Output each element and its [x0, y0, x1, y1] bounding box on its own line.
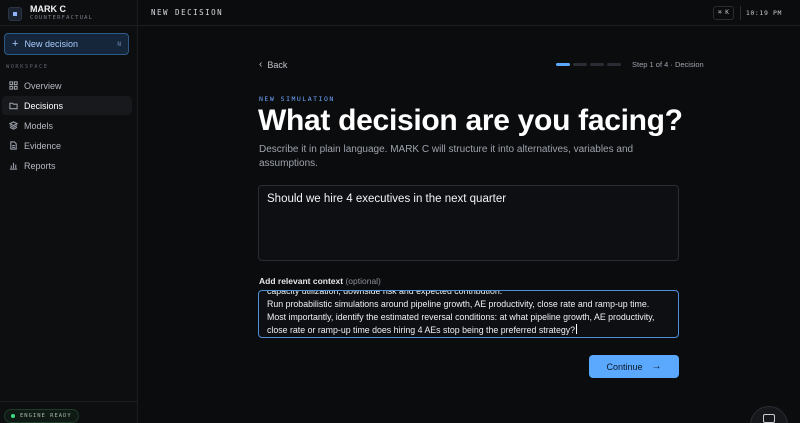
brand-name: MARK C	[30, 4, 66, 15]
brand-subtitle: COUNTERFACTUAL	[30, 15, 94, 22]
step-indicator	[573, 63, 587, 66]
step-progress: Step 1 of 4 · Decision	[556, 60, 704, 69]
workspace-label: WORKSPACE	[6, 64, 49, 70]
sidebar: MARK C COUNTERFACTUAL + New decision N W…	[0, 0, 138, 423]
arrow-right-icon: →	[651, 361, 662, 372]
text-caret	[576, 324, 578, 334]
shortcut-hint: N	[117, 40, 121, 48]
clock: 10:19 PM	[739, 5, 787, 20]
back-label: Back	[267, 59, 288, 70]
sidebar-item-label: Decisions	[24, 100, 64, 111]
layers-icon	[9, 121, 18, 130]
sidebar-item-models[interactable]: Models	[2, 116, 132, 135]
sidebar-item-label: Reports	[24, 160, 56, 171]
sidebar-item-reports[interactable]: Reports	[2, 156, 132, 175]
sidebar-item-label: Overview	[24, 80, 62, 91]
bar-chart-icon	[9, 162, 18, 170]
chevron-left-icon: ‹	[259, 59, 263, 70]
sidebar-item-label: Models	[24, 120, 54, 131]
brand[interactable]: MARK C COUNTERFACTUAL	[0, 0, 137, 26]
grid-icon	[9, 81, 18, 90]
context-line: Run probabilistic simulations around pip…	[267, 299, 650, 309]
context-line: close rate or ramp-up time does hiring 4…	[267, 325, 576, 335]
step-indicator	[590, 63, 604, 66]
new-decision-button[interactable]: + New decision N	[4, 33, 129, 55]
back-button[interactable]: ‹ Back	[259, 59, 287, 70]
context-label-text: Add relevant context	[259, 276, 344, 286]
chat-icon	[763, 414, 775, 423]
eyebrow-label: NEW SIMULATION	[259, 95, 335, 103]
context-label: Add relevant context (optional)	[259, 276, 381, 286]
context-line: capacity utilization, downside risk and …	[267, 290, 503, 296]
command-palette-button[interactable]: ⌘ K	[713, 5, 734, 20]
new-decision-label: New decision	[24, 39, 78, 49]
topbar: NEW DECISION ⌘ K 10:19 PM	[138, 0, 800, 26]
logo-icon	[8, 6, 22, 21]
status-dot-icon	[11, 414, 15, 418]
step-indicator	[556, 63, 570, 66]
plus-icon: +	[12, 37, 19, 50]
step-label: Step 1 of 4 · Decision	[632, 60, 704, 69]
sidebar-divider	[0, 401, 137, 402]
decision-input[interactable]: Should we hire 4 executives in the next …	[258, 185, 679, 261]
sidebar-nav: Overview Decisions Models Evidence Repor…	[2, 76, 132, 176]
context-textarea[interactable]: capacity utilization, downside risk and …	[258, 290, 679, 338]
step-indicator	[607, 63, 621, 66]
continue-button[interactable]: Continue →	[589, 355, 679, 378]
file-icon	[10, 141, 17, 150]
context-line-last: close rate or ramp-up time does hiring 4…	[267, 324, 670, 337]
app-window: MARK C COUNTERFACTUAL + New decision N W…	[0, 0, 800, 423]
continue-label: Continue	[606, 361, 643, 372]
sidebar-item-decisions[interactable]: Decisions	[2, 96, 132, 115]
assistant-button[interactable]	[750, 406, 788, 423]
sidebar-item-overview[interactable]: Overview	[2, 76, 132, 95]
folder-icon	[9, 102, 18, 110]
page-title: What decision are you facing?	[258, 104, 683, 137]
page-description: Describe it in plain language. MARK C wi…	[259, 144, 634, 169]
page-heading: NEW DECISION	[151, 8, 224, 17]
sidebar-item-evidence[interactable]: Evidence	[2, 136, 132, 155]
engine-status-label: ENGINE READY	[20, 413, 72, 419]
context-line: Most importantly, identify the estimated…	[267, 312, 655, 322]
optional-hint: (optional)	[345, 276, 381, 286]
engine-status-badge: ENGINE READY	[4, 409, 79, 423]
sidebar-item-label: Evidence	[24, 140, 62, 151]
